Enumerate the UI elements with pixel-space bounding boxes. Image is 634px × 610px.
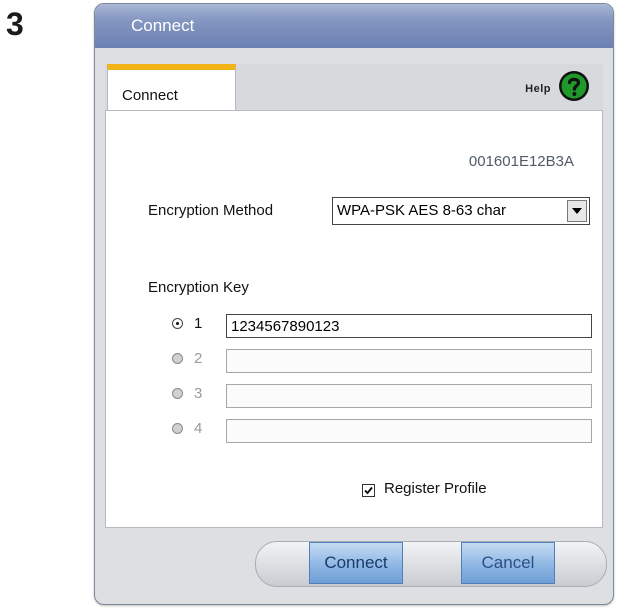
key-row-2: 2 [172,349,592,373]
chevron-down-icon [572,208,582,214]
connect-dialog: Connect Connect Help 001601E12B3A Encryp… [94,3,614,605]
key-4-input[interactable] [226,419,592,443]
key-1-radio[interactable] [172,318,183,329]
tab-connect-label: Connect [122,87,178,104]
connect-panel: 001601E12B3A Encryption Method WPA-PSK A… [105,110,603,528]
key-3-radio[interactable] [172,388,183,399]
encryption-method-value: WPA-PSK AES 8-63 char [337,202,506,219]
question-icon[interactable] [558,70,590,102]
encryption-key-label: Encryption Key [148,279,249,296]
key-3-number: 3 [194,385,203,402]
key-row-3: 3 [172,384,592,408]
step-number: 3 [6,6,24,42]
key-2-number: 2 [194,350,203,367]
dropdown-arrow-button[interactable] [567,200,587,222]
tab-connect[interactable]: Connect [107,64,236,112]
encryption-method-select[interactable]: WPA-PSK AES 8-63 char [332,197,590,225]
key-row-1: 1 [172,314,592,338]
help-label[interactable]: Help [525,83,551,95]
mac-address: 001601E12B3A [468,153,574,170]
register-profile-label[interactable]: Register Profile [384,480,487,497]
key-4-radio[interactable] [172,423,183,434]
checkmark-icon [364,486,373,495]
key-1-number: 1 [194,315,203,332]
key-row-4: 4 [172,419,592,443]
key-1-input[interactable] [226,314,592,338]
connect-button[interactable]: Connect [309,542,403,584]
window-title: Connect [131,16,195,35]
key-4-number: 4 [194,420,203,437]
tab-strip: Connect Help [105,64,603,112]
title-bar[interactable]: Connect [95,4,613,48]
cancel-button[interactable]: Cancel [461,542,555,584]
encryption-method-label: Encryption Method [148,202,274,219]
key-2-radio[interactable] [172,353,183,364]
register-profile-checkbox[interactable] [362,484,375,497]
key-2-input[interactable] [226,349,592,373]
key-3-input[interactable] [226,384,592,408]
